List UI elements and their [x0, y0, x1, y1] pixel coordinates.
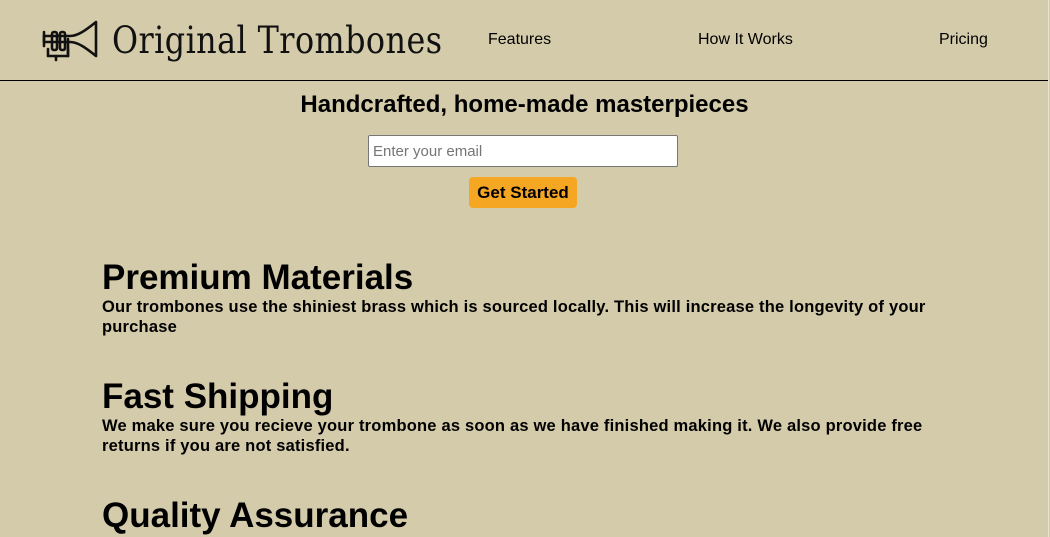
email-input[interactable] [368, 135, 678, 167]
nav-link-features[interactable]: Features [488, 31, 551, 49]
feature-fast-shipping: Fast Shipping We make sure you recieve y… [102, 378, 952, 456]
feature-text: Our trombones use the shiniest brass whi… [102, 298, 926, 336]
get-started-button[interactable]: Get Started [469, 177, 577, 208]
site-header: Original Trombones Features How It Works… [0, 0, 1048, 81]
feature-text: We make sure you recieve your trombone a… [102, 417, 923, 455]
hero-title: Handcrafted, home-made masterpieces [300, 91, 749, 118]
brand-logo[interactable]: Original Trombones [40, 14, 496, 66]
feature-title: Premium Materials [102, 258, 414, 297]
brand-name: Original Trombones [112, 18, 443, 62]
feature-quality-assurance: Quality Assurance [102, 497, 952, 535]
page: Original Trombones Features How It Works… [0, 0, 1049, 537]
feature-title: Quality Assurance [102, 496, 409, 535]
trombone-icon [42, 20, 98, 62]
nav-link-how-it-works[interactable]: How It Works [698, 31, 793, 49]
feature-title: Fast Shipping [102, 377, 334, 416]
nav-link-pricing[interactable]: Pricing [939, 31, 988, 49]
feature-premium-materials: Premium Materials Our trombones use the … [102, 259, 952, 337]
